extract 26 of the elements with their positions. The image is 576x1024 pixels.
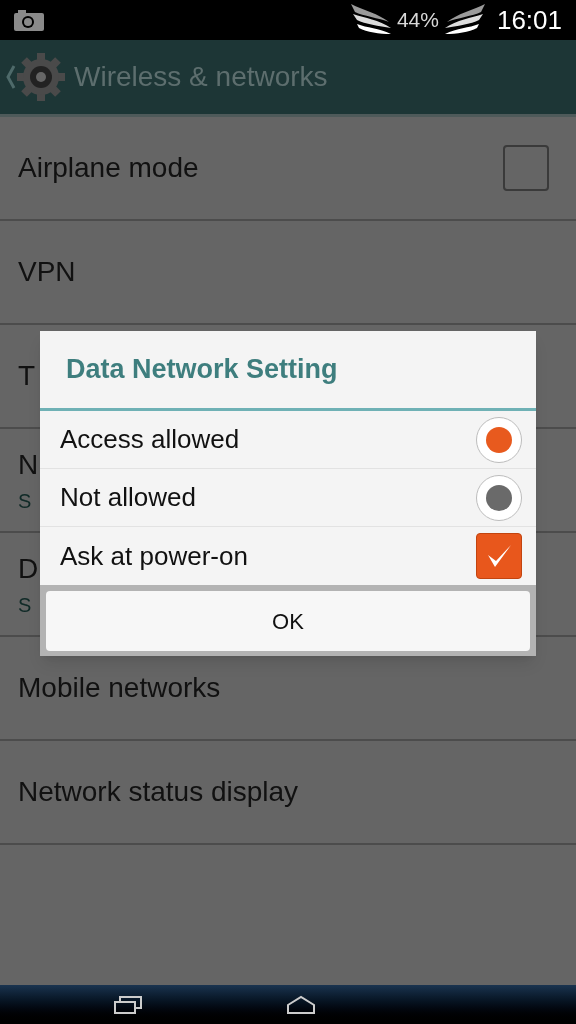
- radio-button[interactable]: [476, 474, 522, 521]
- setting-title[interactable]: Airplane mode: [18, 147, 199, 189]
- setting-title[interactable]: N: [18, 444, 39, 486]
- camera-icon: [14, 9, 44, 31]
- clock: 16:01: [496, 3, 562, 37]
- dialog-title: Data Network Setting: [66, 353, 338, 387]
- checkbox[interactable]: [503, 145, 549, 191]
- setting-title[interactable]: Mobile networks: [18, 667, 221, 709]
- setting-summary: S: [18, 593, 32, 618]
- option-label[interactable]: Not allowed: [60, 478, 476, 517]
- setting-title[interactable]: T: [18, 355, 36, 397]
- battery-level: 44%: [396, 7, 439, 34]
- setting-title[interactable]: D: [18, 548, 39, 590]
- recent-apps-button[interactable]: [114, 995, 142, 1014]
- checkbox[interactable]: [476, 533, 522, 579]
- chevron-left-icon: [6, 64, 16, 90]
- setting-title[interactable]: VPN: [18, 251, 76, 293]
- screen-title: Wireless & networks: [74, 60, 328, 94]
- gear-icon: [16, 52, 66, 102]
- radio-button[interactable]: [476, 416, 522, 463]
- option-label[interactable]: Ask at power-on: [60, 536, 476, 576]
- home-button[interactable]: [286, 994, 316, 1015]
- option-label[interactable]: Access allowed: [60, 420, 476, 459]
- ok-button[interactable]: OK: [46, 591, 530, 651]
- setting-summary: S: [18, 489, 32, 514]
- setting-title[interactable]: Network status display: [18, 771, 299, 813]
